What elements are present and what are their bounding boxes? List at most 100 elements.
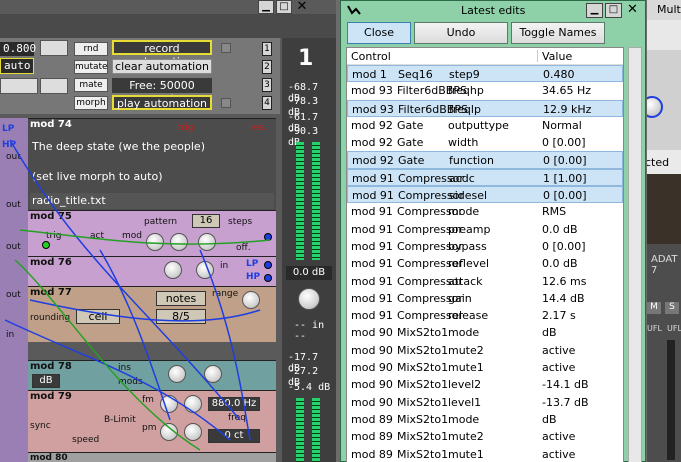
edit-row[interactable]: mod 90 MixS2to1 level1 -13.7 dB <box>347 394 623 411</box>
channel-number: 1 <box>298 46 314 71</box>
right-image <box>647 174 681 244</box>
column-control[interactable]: Control <box>351 50 391 63</box>
fader-track[interactable] <box>667 340 675 460</box>
meter-bar-right <box>312 142 320 260</box>
ufl-label-2: UFL <box>667 324 681 333</box>
edits-toolbar: Close Undo selection Toggle Names <box>347 22 605 59</box>
row-param: freqhp <box>448 84 484 98</box>
edit-row[interactable]: mod 90 MixS2to1 mode dB <box>347 324 623 341</box>
minimize-button[interactable]: ▁ <box>586 3 603 18</box>
row-value: 0 [0.00] <box>543 189 587 203</box>
row-module: MixS2to1 <box>397 343 449 357</box>
edits-list[interactable]: Control Value mod 1 Seq16 step9 0.480 mod 93… <box>346 47 624 462</box>
row-module: Seq16 <box>398 68 433 81</box>
row-module: Gate <box>397 118 424 132</box>
right-knob[interactable] <box>647 96 663 118</box>
right-text-1: cted <box>647 156 670 169</box>
close-icon[interactable]: ✕ <box>624 3 641 18</box>
row-value: 0 [0.00] <box>542 136 586 150</box>
edits-scrollbar[interactable] <box>628 47 642 462</box>
row-param: step9 <box>449 68 480 81</box>
edit-row[interactable]: mod 91 Compressor release 2.17 s <box>347 307 623 324</box>
meter-column: 1 -68.7 dB -78.3 dB -61.7 dB -90.3 dB 0.… <box>282 38 336 462</box>
row-mod: mod 92 <box>351 118 393 132</box>
row-value: active <box>542 343 576 357</box>
row-param: width <box>448 136 479 150</box>
right-titlebar: Mult <box>647 0 681 20</box>
edit-row[interactable]: mod 91 Compressor gain 14.4 dB <box>347 290 623 307</box>
edit-row[interactable]: mod 91 Compressor acdc 1 [1.00] <box>347 168 623 187</box>
edit-row[interactable]: mod 89 MixS2to1 mute2 active <box>347 428 623 445</box>
row-value: 0 [0.00] <box>542 239 586 253</box>
row-mod: mod 89 <box>351 412 393 426</box>
row-value: dB <box>542 326 557 340</box>
row-param: gain <box>448 291 472 305</box>
solo-button[interactable]: S <box>665 302 679 314</box>
meter-level[interactable]: 0.0 dB <box>286 266 332 280</box>
latest-edits-titlebar[interactable]: Latest edits ▁ □ ✕ <box>341 1 645 20</box>
row-module: MixS2to1 <box>397 412 449 426</box>
edit-row[interactable]: mod 1 Seq16 step9 0.480 <box>347 65 623 83</box>
level-knob[interactable] <box>298 288 320 310</box>
row-value: 34.65 Hz <box>542 84 592 98</box>
row-mod: mod 89 <box>351 430 393 444</box>
edit-row[interactable]: mod 91 Compressor bypass 0 [0.00] <box>347 238 623 255</box>
row-value: Normal <box>542 118 582 132</box>
edit-row[interactable]: mod 92 Gate function 0 [0.00] <box>347 151 623 169</box>
edit-row[interactable]: mod 91 Compressor attack 12.6 ms <box>347 273 623 290</box>
row-value: -13.7 dB <box>542 395 589 409</box>
row-value: -14.1 dB <box>542 378 589 392</box>
row-param: level2 <box>448 378 482 392</box>
meter-reading-7: -5.4 dB <box>288 382 331 393</box>
edits-rows: mod 1 Seq16 step9 0.480 mod 93 Filter6dBBPS fr… <box>347 65 623 462</box>
row-value: 0.0 dB <box>542 257 578 271</box>
row-module: MixS2to1 <box>397 430 449 444</box>
edit-row[interactable]: mod 91 Compressor preamp 0.0 dB <box>347 221 623 238</box>
edit-row[interactable]: mod 91 Compressor sidesel 0 [0.00] <box>347 186 623 204</box>
row-value: 1 [1.00] <box>543 171 587 185</box>
row-mod: mod 90 <box>351 326 393 340</box>
row-mod: mod 92 <box>351 136 393 150</box>
edit-row[interactable]: mod 91 Compressor reflevel 0.0 dB <box>347 255 623 272</box>
row-mod: mod 92 <box>352 154 394 168</box>
row-param: mode <box>448 412 480 426</box>
toggle-names-label: Toggle Names <box>519 26 597 39</box>
edit-row[interactable]: mod 89 MixS2to1 mute1 active <box>347 446 623 462</box>
edit-row[interactable]: mod 90 MixS2to1 level2 -14.1 dB <box>347 376 623 393</box>
row-param: outputtype <box>448 118 509 132</box>
row-value: 14.4 dB <box>542 291 585 305</box>
meter-bar-left-2 <box>296 398 304 462</box>
edit-row[interactable]: mod 91 Compressor mode RMS <box>347 203 623 220</box>
right-background: Mult cted ADAT 7 M S UFL UFL <box>647 0 681 462</box>
row-mod: mod 91 <box>351 274 393 288</box>
maximize-button[interactable]: □ <box>605 3 622 18</box>
meter-bar-right-2 <box>312 398 320 462</box>
edit-row[interactable]: mod 93 Filter6dBBPS freqlp 12.9 kHz <box>347 99 623 117</box>
row-param: mode <box>448 205 480 219</box>
edit-row[interactable]: mod 90 MixS2to1 mute2 active <box>347 342 623 359</box>
mute-button[interactable]: M <box>647 302 661 314</box>
edit-row[interactable]: mod 93 Filter6dBBPS freqhp 34.65 Hz <box>347 82 623 99</box>
edit-row[interactable]: mod 89 MixS2to1 mode dB <box>347 411 623 428</box>
ufl-label-1: UFL <box>647 324 662 333</box>
column-value[interactable]: Value <box>542 50 572 63</box>
row-mod: mod 93 <box>351 84 393 98</box>
column-separator <box>537 50 538 62</box>
list-header: Control Value <box>347 48 623 65</box>
right-panel <box>647 50 681 150</box>
edit-row[interactable]: mod 92 Gate width 0 [0.00] <box>347 134 623 151</box>
edit-row[interactable]: mod 92 Gate outputtype Normal <box>347 117 623 134</box>
toggle-names-button[interactable]: Toggle Names <box>511 22 605 44</box>
row-mod: mod 91 <box>351 222 393 236</box>
undo-selection-button[interactable]: Undo selection <box>414 22 508 59</box>
row-module: MixS2to1 <box>397 361 449 375</box>
row-param: function <box>449 154 494 168</box>
row-value: 0 [0.00] <box>543 154 587 168</box>
edit-row[interactable]: mod 90 MixS2to1 mute1 active <box>347 359 623 376</box>
app-icon <box>347 5 361 15</box>
row-param: level1 <box>448 395 482 409</box>
row-param: freqlp <box>449 102 481 116</box>
close-button[interactable]: Close <box>347 22 411 44</box>
row-module: MixS2to1 <box>397 326 449 340</box>
window-title: Latest edits <box>461 4 526 17</box>
